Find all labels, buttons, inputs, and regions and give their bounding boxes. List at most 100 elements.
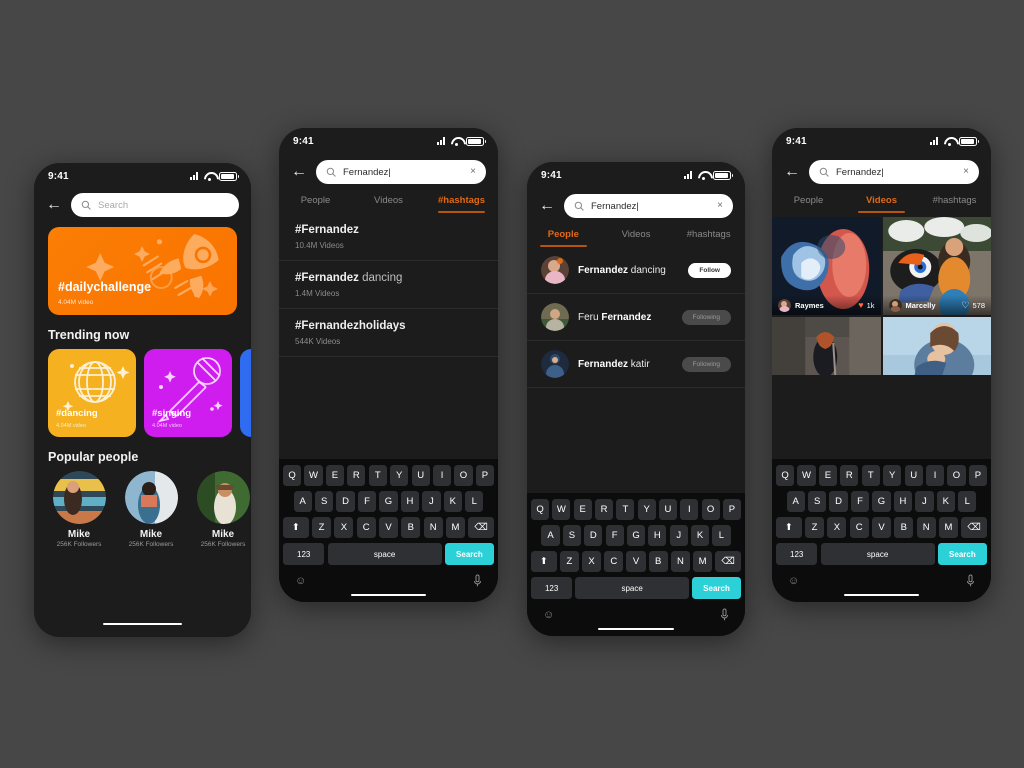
tab-people[interactable]: People (279, 195, 352, 213)
key-m[interactable]: M (445, 517, 465, 538)
key-n[interactable]: N (916, 517, 936, 538)
search-input[interactable]: Fernandez| × (316, 160, 486, 184)
search-submit-key[interactable]: Search (692, 577, 741, 599)
trending-card-singing[interactable]: #singing 4.04M video (144, 349, 232, 437)
clear-icon[interactable]: × (470, 167, 476, 177)
shift-key-icon[interactable]: ⬆ (283, 517, 309, 538)
key-v[interactable]: V (626, 551, 646, 572)
microphone-icon[interactable] (473, 574, 482, 588)
key-l[interactable]: L (958, 491, 977, 512)
key-c[interactable]: C (356, 517, 376, 538)
clear-icon[interactable]: × (717, 201, 723, 211)
key-z[interactable]: Z (805, 517, 825, 538)
key-x[interactable]: X (827, 517, 847, 538)
key-d[interactable]: D (584, 525, 603, 546)
key-k[interactable]: K (936, 491, 955, 512)
key-i[interactable]: I (680, 499, 699, 520)
key-v[interactable]: V (378, 517, 399, 538)
video-card[interactable] (772, 317, 881, 375)
key-q[interactable]: Q (282, 465, 302, 486)
key-a[interactable]: A (541, 525, 560, 546)
clear-icon[interactable]: × (963, 167, 969, 177)
key-q[interactable]: Q (531, 499, 550, 520)
space-key[interactable]: space (575, 577, 689, 599)
backspace-key-icon[interactable]: ⌫ (468, 517, 494, 538)
key-s[interactable]: S (562, 525, 582, 546)
key-v[interactable]: V (871, 517, 892, 538)
key-m[interactable]: M (938, 517, 958, 538)
following-button[interactable]: Following (681, 356, 731, 372)
list-item[interactable]: #Fernandezholidays 544K Videos (279, 309, 498, 357)
key-y[interactable]: Y (390, 465, 409, 486)
list-item[interactable]: #Fernandez dancing 1.4M Videos (279, 261, 498, 309)
list-item[interactable]: Fernandez katir Following (527, 341, 745, 388)
tab-hashtags[interactable]: #hashtags (425, 195, 498, 213)
video-card[interactable]: Raymes ♥ 1k (772, 217, 881, 315)
space-key[interactable]: space (327, 543, 442, 565)
key-a[interactable]: A (786, 491, 805, 512)
key-j[interactable]: J (669, 525, 688, 546)
key-f[interactable]: F (605, 525, 624, 546)
key-g[interactable]: G (626, 525, 646, 546)
key-e[interactable]: E (325, 465, 345, 486)
key-i[interactable]: I (925, 465, 945, 486)
emoji-icon[interactable]: ☺ (788, 575, 799, 587)
list-item[interactable]: Feru Fernandez Following (527, 294, 745, 341)
shift-key-icon[interactable]: ⬆ (531, 551, 557, 572)
key-i[interactable]: I (432, 465, 452, 486)
backspace-key-icon[interactable]: ⌫ (961, 517, 987, 538)
key-u[interactable]: U (658, 499, 678, 520)
popular-person[interactable]: Mike 256K Followers (48, 471, 110, 548)
key-t[interactable]: T (616, 499, 635, 520)
key-j[interactable]: J (422, 491, 441, 512)
key-h[interactable]: H (648, 525, 667, 546)
backspace-key-icon[interactable]: ⌫ (715, 551, 741, 572)
list-item[interactable]: Fernandez dancing Follow (527, 247, 745, 294)
key-t[interactable]: T (368, 465, 387, 486)
numbers-key[interactable]: 123 (283, 543, 325, 565)
key-d[interactable]: D (336, 491, 355, 512)
tab-videos[interactable]: Videos (845, 195, 918, 213)
key-p[interactable]: P (722, 499, 741, 520)
list-item[interactable]: #Fernandez 10.4M Videos (279, 213, 498, 261)
key-w[interactable]: W (304, 465, 323, 486)
microphone-icon[interactable] (966, 574, 975, 588)
key-h[interactable]: H (400, 491, 420, 512)
key-g[interactable]: G (379, 491, 398, 512)
key-u[interactable]: U (411, 465, 430, 486)
key-x[interactable]: X (334, 517, 354, 538)
key-n[interactable]: N (670, 551, 690, 572)
space-key[interactable]: space (820, 543, 935, 565)
tab-videos[interactable]: Videos (600, 229, 673, 247)
key-d[interactable]: D (829, 491, 848, 512)
key-k[interactable]: K (443, 491, 462, 512)
key-k[interactable]: K (691, 525, 710, 546)
search-input[interactable]: Fernandez| × (564, 194, 733, 218)
key-s[interactable]: S (315, 491, 334, 512)
key-c[interactable]: C (604, 551, 624, 572)
key-b[interactable]: B (648, 551, 668, 572)
key-u[interactable]: U (904, 465, 923, 486)
key-o[interactable]: O (454, 465, 473, 486)
tab-videos[interactable]: Videos (352, 195, 425, 213)
key-t[interactable]: T (861, 465, 880, 486)
key-x[interactable]: X (582, 551, 602, 572)
trending-card-next[interactable] (240, 349, 251, 437)
emoji-icon[interactable]: ☺ (295, 575, 306, 587)
key-y[interactable]: Y (637, 499, 656, 520)
back-button[interactable]: ← (291, 164, 307, 180)
search-submit-key[interactable]: Search (937, 543, 987, 565)
key-o[interactable]: O (701, 499, 720, 520)
key-j[interactable]: J (915, 491, 934, 512)
key-h[interactable]: H (893, 491, 913, 512)
numbers-key[interactable]: 123 (531, 577, 573, 599)
back-button[interactable]: ← (784, 164, 800, 180)
key-p[interactable]: P (475, 465, 495, 486)
following-button[interactable]: Following (681, 309, 731, 325)
key-m[interactable]: M (693, 551, 713, 572)
key-w[interactable]: W (797, 465, 816, 486)
shift-key-icon[interactable]: ⬆ (776, 517, 802, 538)
popular-person[interactable]: Mike 256K Followers (120, 471, 182, 548)
follow-button[interactable]: Follow (688, 262, 731, 278)
key-w[interactable]: W (552, 499, 571, 520)
